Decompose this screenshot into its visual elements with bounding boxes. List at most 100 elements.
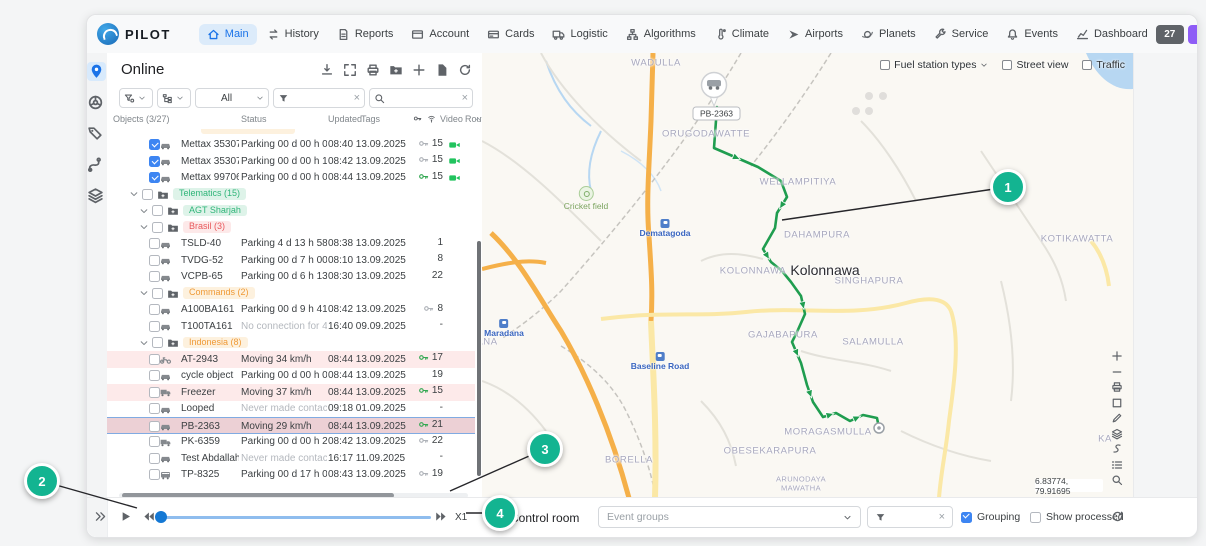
object-row[interactable]: TP-8325Parking 00 d 17 h 03 min08:43 13.… (107, 467, 475, 484)
folderplus-icon[interactable] (389, 63, 403, 77)
key-column-icon[interactable] (413, 114, 422, 123)
tag-filter-box[interactable]: × (273, 88, 365, 108)
app-logo[interactable]: PILOT (97, 23, 171, 45)
object-row[interactable]: Test AbdallahNever made contact16:17 11.… (107, 450, 475, 467)
group-row[interactable]: Indonesia (8) (107, 335, 475, 352)
nav-item-logistic[interactable]: Logistic (544, 24, 615, 45)
file-icon[interactable] (435, 63, 449, 77)
counter-badge[interactable]: 0 (1188, 25, 1198, 44)
map-pencil-icon[interactable] (1111, 412, 1123, 424)
col-tags[interactable]: Tags (361, 114, 380, 124)
col-status[interactable]: Status (241, 114, 267, 124)
nav-item-events[interactable]: Events (998, 24, 1066, 45)
fast-forward-button[interactable] (435, 510, 448, 523)
chevron-down-icon[interactable] (139, 206, 149, 216)
playback-slider-track[interactable] (159, 516, 431, 519)
nav-item-reports[interactable]: Reports (329, 24, 402, 45)
object-row[interactable]: Mettax 35307111...Parking 00 d 00 h 15 m… (107, 153, 475, 170)
video-camera-icon[interactable] (448, 155, 461, 167)
expand-panel-icon[interactable] (94, 510, 107, 523)
checkbox[interactable] (1002, 60, 1012, 70)
col-video[interactable]: Video (440, 114, 463, 124)
map-scurve-icon[interactable] (1111, 443, 1123, 455)
nav-item-dashboard[interactable]: Dashboard (1068, 24, 1156, 45)
routepen-icon[interactable] (87, 156, 104, 173)
nav-item-service[interactable]: Service (926, 24, 997, 45)
map-search-icon[interactable] (1111, 474, 1123, 486)
nav-item-planets[interactable]: Planets (853, 24, 924, 45)
group-checkbox[interactable] (152, 205, 163, 216)
map-layers-icon[interactable] (1111, 428, 1123, 440)
nav-item-history[interactable]: History (259, 24, 327, 45)
chevron-down-icon[interactable] (139, 222, 149, 232)
group-row[interactable]: AGT Sharjah (107, 203, 475, 220)
counter-badge[interactable]: 27 (1156, 25, 1184, 44)
video-camera-icon[interactable] (448, 172, 461, 184)
search-input[interactable] (388, 92, 459, 105)
nav-item-main[interactable]: Main (199, 24, 257, 45)
checkbox[interactable] (880, 60, 890, 70)
refresh-events-icon[interactable] (1111, 510, 1124, 523)
clear-filter-icon[interactable]: × (354, 92, 360, 104)
map-toggle-street-view[interactable]: Street view (1002, 59, 1068, 71)
group-row[interactable] (107, 129, 475, 137)
video-camera-icon[interactable] (448, 139, 461, 151)
map-print-icon[interactable] (1111, 381, 1123, 393)
object-row[interactable]: FreezerMoving 37 km/h08:44 13.09.202515 (107, 384, 475, 401)
vertical-scrollbar[interactable] (477, 241, 481, 476)
object-filter-dropdown[interactable] (119, 88, 153, 108)
col-objects[interactable]: Objects (3/27) (113, 114, 170, 124)
object-row[interactable]: TSLD-40Parking 4 d 13 h 58 min08:38 13.0… (107, 236, 475, 253)
group-row[interactable]: Brasil (3) (107, 219, 475, 236)
object-row[interactable]: PB-2363Moving 29 km/h08:44 13.09.202521 (107, 417, 475, 434)
rewind-button[interactable] (142, 510, 155, 523)
object-row[interactable]: A100BA161Parking 00 d 9 h 41 min08:42 13… (107, 302, 475, 319)
group-row[interactable]: Commands (2) (107, 285, 475, 302)
pin-icon[interactable] (87, 62, 106, 81)
tag-filter-input[interactable] (292, 92, 351, 105)
grouping-checkbox[interactable]: Grouping (961, 511, 1020, 523)
map-frame-icon[interactable] (1111, 397, 1123, 409)
chevron-down-icon[interactable] (129, 189, 139, 199)
all-select[interactable]: All (195, 88, 269, 108)
chevron-down-icon[interactable] (139, 338, 149, 348)
group-checkbox[interactable] (152, 288, 163, 299)
grouping-checkbox-box[interactable] (961, 512, 972, 523)
map-minus-icon[interactable] (1111, 366, 1123, 378)
chevron-down-icon[interactable] (980, 61, 988, 69)
group-checkbox[interactable] (152, 222, 163, 233)
object-row[interactable]: LoopedNever made contact09:18 01.09.2025… (107, 401, 475, 418)
search-box[interactable]: × (369, 88, 473, 108)
group-checkbox[interactable] (152, 337, 163, 348)
nav-item-algorithms[interactable]: Algorithms (618, 24, 704, 45)
object-row[interactable]: T100TA161No connection for 4 days16:40 0… (107, 318, 475, 335)
layers-icon[interactable] (87, 187, 104, 204)
event-groups-select[interactable]: Event groups (598, 506, 861, 528)
sensor-column-icon[interactable] (427, 114, 436, 123)
tags-icon[interactable] (87, 125, 104, 142)
plus-icon[interactable] (412, 63, 426, 77)
refresh-icon[interactable] (458, 63, 472, 77)
object-row[interactable]: Mettax 35307111...Parking 00 d 00 h 05 m… (107, 137, 475, 154)
wheel-icon[interactable] (87, 94, 104, 111)
scroll-up-icon[interactable] (474, 115, 482, 123)
download-icon[interactable] (320, 63, 334, 77)
vehicle-marker[interactable]: PB-2363 (693, 73, 740, 121)
print-icon[interactable] (366, 63, 380, 77)
map-canvas[interactable]: PB-2363 SEDAWATTAWADULLAORUGODAWATTEWELL… (482, 53, 1133, 498)
object-row[interactable]: cycle objectParking 00 d 00 h 00 min08:4… (107, 368, 475, 385)
clear-search-icon[interactable]: × (462, 92, 468, 104)
group-row[interactable]: Telematics (15) (107, 186, 475, 203)
object-row[interactable]: TVDG-52Parking 00 d 7 h 00 min08:10 13.0… (107, 252, 475, 269)
object-row[interactable]: Mettax 99706847...Parking 00 d 00 h 03 m… (107, 170, 475, 187)
clear-event-filter-icon[interactable]: × (939, 511, 945, 523)
object-row[interactable]: PK-6359Parking 00 d 00 h 22 min08:42 13.… (107, 434, 475, 451)
map-toggle-traffic[interactable]: Traffic (1082, 59, 1125, 71)
object-row[interactable]: AT-2943Moving 34 km/h08:44 13.09.202517 (107, 351, 475, 368)
grouping-mode-dropdown[interactable] (157, 88, 191, 108)
playback-slider-knob[interactable] (155, 511, 167, 523)
playback-speed[interactable]: X1 (455, 512, 467, 523)
group-checkbox[interactable] (142, 189, 153, 200)
nav-item-account[interactable]: Account (403, 24, 477, 45)
col-updated[interactable]: Updated (328, 114, 362, 124)
